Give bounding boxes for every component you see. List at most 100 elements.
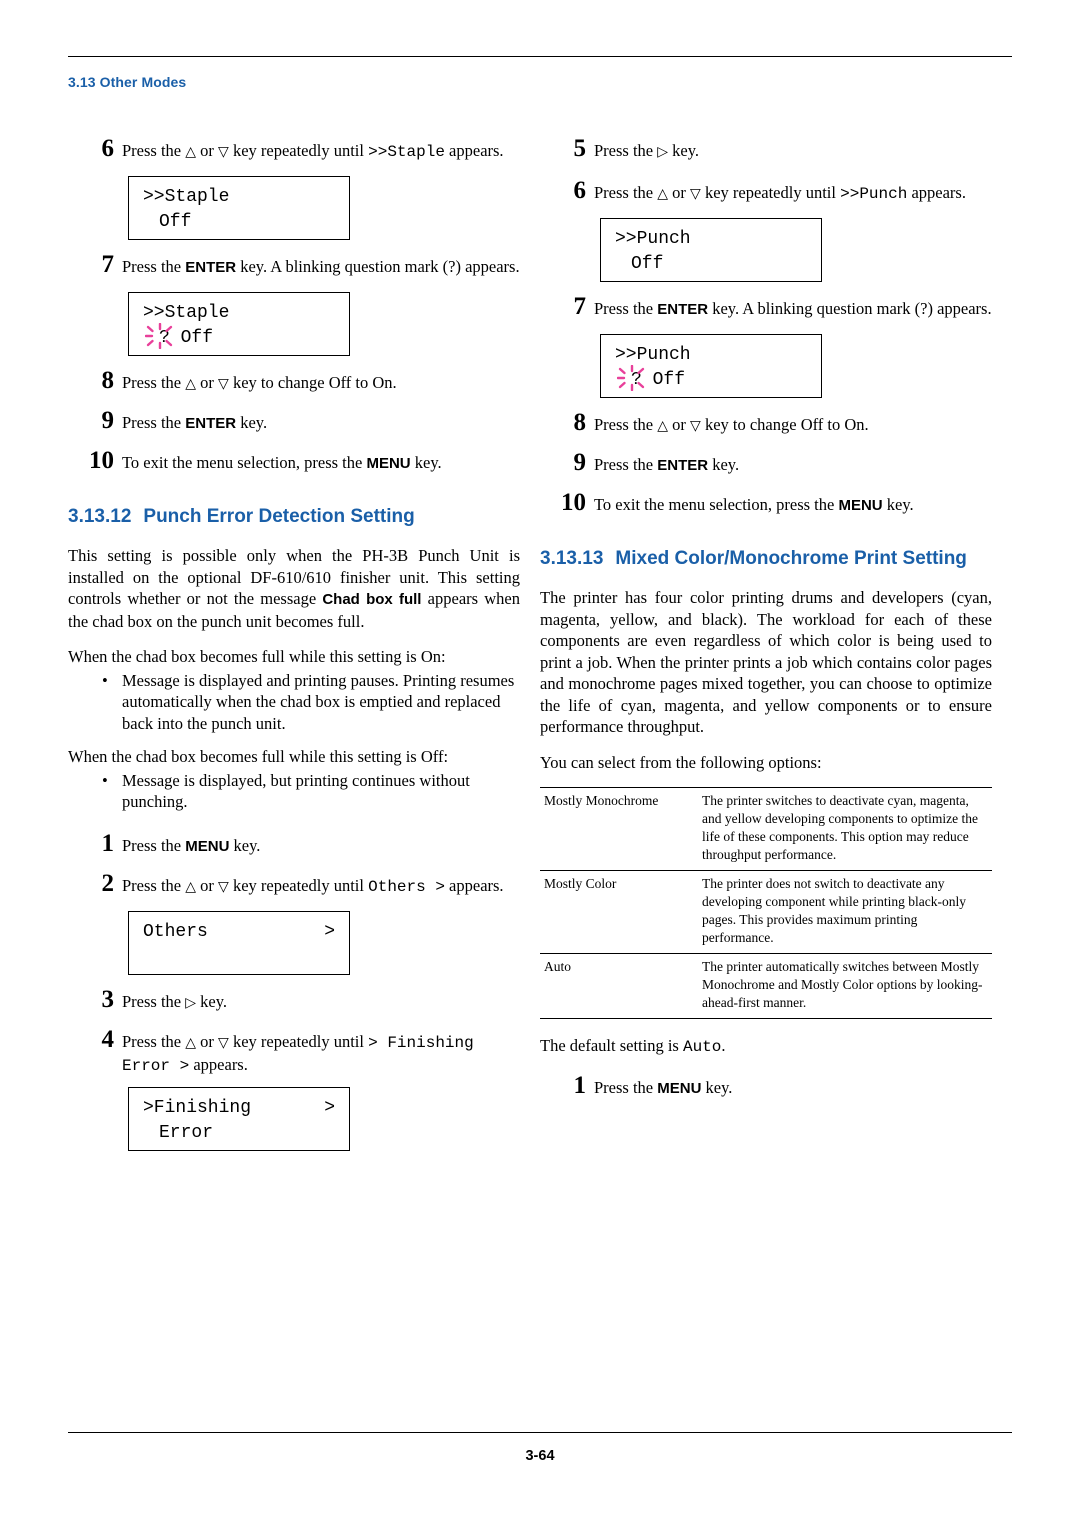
step-number: 7 [101, 251, 115, 278]
step-text: Press the △ or ▽ key to change Off to On… [594, 414, 992, 437]
table-row: Mostly Color The printer does not switch… [540, 870, 992, 954]
bullet-list-on: Message is displayed and printing pauses… [68, 670, 520, 735]
step-text: Press the △ or ▽ key repeatedly until >>… [594, 182, 992, 205]
step-text-post: key. A blinking question mark (?) appear… [708, 299, 992, 318]
step-number: 7 [573, 293, 587, 320]
section-number: 3.13.13 [540, 548, 604, 569]
step-text-pre: Press the [594, 183, 658, 202]
default-value: Auto [682, 1038, 722, 1056]
step-text-mid: or [668, 415, 691, 434]
step-number: 3 [101, 985, 115, 1013]
lcd-line-2: ? Off [631, 370, 686, 390]
option-description: The printer does not switch to deactivat… [698, 870, 992, 954]
lcd-line-1: >Finishing [143, 1097, 252, 1118]
paragraph-mixed-intro: The printer has four color printing drum… [540, 588, 992, 736]
step-item: 9 Press the ENTER key. [540, 449, 992, 480]
table-row: Auto The printer automatically switches … [540, 953, 992, 1019]
step-text-tail: appears. [907, 183, 966, 202]
step-text-pre: Press the [122, 257, 186, 276]
down-arrow-icon: ▽ [218, 1034, 229, 1051]
paragraph-on-case: When the chad box becomes full while thi… [68, 647, 446, 666]
step-text: Press the ENTER key. A blinking question… [594, 298, 992, 320]
step-text-mid: or [196, 875, 219, 895]
paragraph-off-case: When the chad box becomes full while thi… [68, 747, 449, 766]
default-post: . [721, 1036, 726, 1055]
paragraph-punch-intro: This setting is possible only when the P… [68, 545, 520, 632]
step-item: 10 To exit the menu selection, press the… [540, 489, 992, 520]
up-arrow-icon: △ [657, 418, 669, 434]
step-number: 10 [561, 489, 586, 516]
step-item: 7 Press the ENTER key. A blinking questi… [68, 251, 520, 282]
list-item: Message is displayed, but printing conti… [68, 770, 520, 813]
options-table: Mostly Monochrome The printer switches t… [540, 787, 992, 1019]
step-number: 9 [573, 449, 587, 476]
footer-rule [68, 1432, 1012, 1433]
step-text: Press the ENTER key. [594, 454, 992, 476]
step-number: 1 [573, 1071, 587, 1099]
up-arrow-icon: △ [185, 1034, 197, 1051]
up-arrow-icon: △ [185, 144, 197, 160]
step-text-pre: To exit the menu selection, press the [122, 453, 367, 472]
step-text-pre: Press the [122, 413, 186, 432]
step-text-post: key. [668, 141, 700, 160]
section-title: Mixed Color/Monochrome Print Setting [615, 548, 967, 569]
step-text-post: key. [701, 1077, 733, 1097]
step-text: Press the ▷ key. [594, 140, 992, 163]
right-arrow-icon: ▷ [657, 144, 669, 160]
option-description: The printer switches to deactivate cyan,… [698, 787, 992, 871]
step-number: 9 [101, 407, 115, 434]
step-item: 3 Press the ▷ key. [68, 986, 520, 1017]
lcd-line-2: Error [159, 1122, 214, 1143]
option-name: Auto [540, 953, 698, 1019]
lcd-line-1: >>Staple [143, 303, 230, 323]
lcd-arrow-right: > [324, 1097, 335, 1118]
step-text: To exit the menu selection, press the ME… [594, 494, 992, 516]
step-item: 10 To exit the menu selection, press the… [68, 447, 520, 478]
step-text-pre: Press the [594, 455, 658, 474]
down-arrow-icon: ▽ [218, 376, 229, 392]
step-text-tail: appears. [444, 141, 504, 160]
key-label-enter: ENTER [657, 457, 709, 474]
option-name: Mostly Color [540, 870, 698, 954]
step-text-mid: or [196, 141, 219, 160]
step-text-pre: Press the [122, 373, 186, 392]
step-text: Press the MENU key. [122, 835, 520, 857]
step-item: 7 Press the ENTER key. A blinking questi… [540, 293, 992, 324]
section-heading-mixed-color: 3.13.13 Mixed Color/Monochrome Print Set… [540, 546, 992, 571]
key-label-enter: ENTER [185, 259, 237, 276]
lcd-line-1: Others [143, 921, 208, 942]
message-name-chad-box-full: Chad box full [322, 591, 422, 608]
step-text-pre: Press the [594, 415, 658, 434]
step-number: 10 [89, 447, 114, 474]
section-number: 3.13.12 [68, 506, 132, 527]
step-text-pre: Press the [122, 991, 186, 1011]
lcd-display-punch-off: >>Punch Off [600, 218, 822, 282]
step-number: 8 [573, 409, 587, 436]
step-text-mid: or [196, 373, 219, 392]
step-text-pre: To exit the menu selection, press the [594, 495, 839, 514]
step-text-pre: Press the [594, 141, 658, 160]
header-rule [68, 56, 1012, 57]
step-item: 5 Press the ▷ key. [540, 135, 992, 166]
page-number: 3-64 [525, 1448, 555, 1464]
step-text: Press the ▷ key. [122, 991, 520, 1014]
step-text: Press the △ or ▽ key to change Off to On… [122, 372, 520, 395]
down-arrow-icon: ▽ [218, 878, 229, 895]
menu-token: Others > [368, 877, 445, 896]
key-label-menu: MENU [657, 1079, 702, 1097]
step-number: 6 [101, 135, 115, 162]
lcd-line-2: ? Off [159, 328, 214, 348]
down-arrow-icon: ▽ [690, 186, 701, 202]
step-text-tail: appears. [189, 1054, 248, 1074]
step-text: Press the △ or ▽ key repeatedly until >>… [122, 140, 520, 163]
right-column: 5 Press the ▷ key. 6 Press the △ or ▽ ke… [540, 135, 992, 1109]
step-text-mid: or [196, 1031, 219, 1051]
step-text: Press the MENU key. [594, 1077, 992, 1099]
step-text-post: key repeatedly until [228, 141, 369, 160]
step-text: Press the ENTER key. A blinking question… [122, 256, 520, 278]
step-text-post: key. [882, 495, 914, 514]
step-text-pre: Press the [122, 835, 186, 855]
key-label-enter: ENTER [185, 415, 237, 432]
step-number: 2 [101, 869, 115, 897]
lcd-arrow-right: > [324, 921, 335, 942]
